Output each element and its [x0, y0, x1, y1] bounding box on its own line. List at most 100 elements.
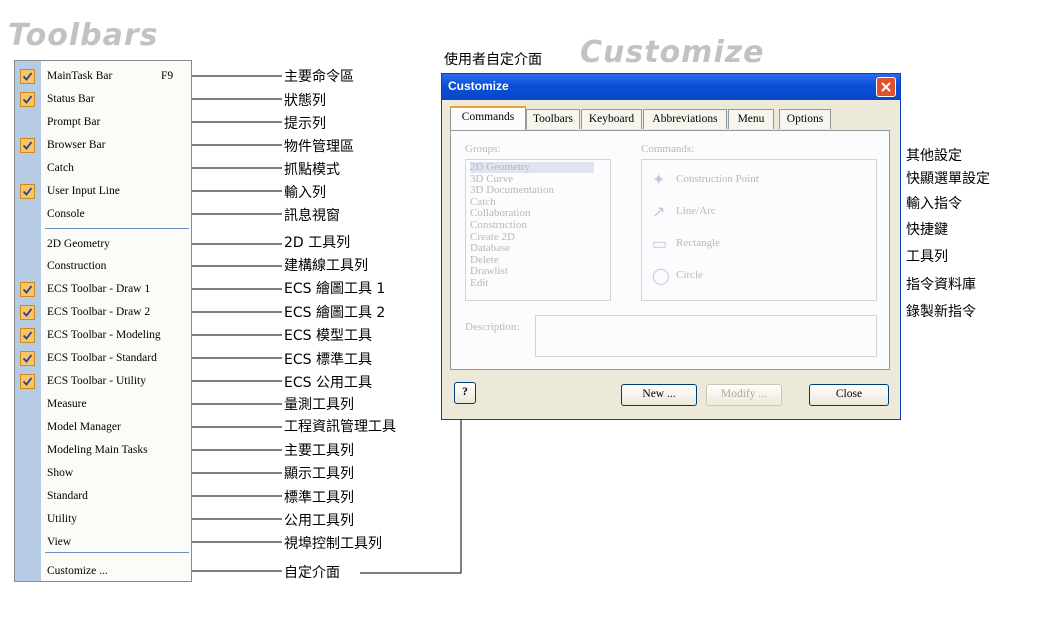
menu-item-utility[interactable]: Utility	[15, 509, 191, 531]
menu-item-ecs-toolbar-draw-1[interactable]: ECS Toolbar - Draw 1	[15, 279, 191, 301]
menu-item-status-bar[interactable]: Status Bar	[15, 89, 191, 111]
tab-options[interactable]: Options	[779, 109, 831, 129]
menu-item-ecs-toolbar-utility[interactable]: ECS Toolbar - Utility	[15, 371, 191, 393]
menu-item-label: MainTask Bar	[47, 70, 113, 82]
new-button[interactable]: New ...	[621, 384, 697, 406]
menu-item-console[interactable]: Console	[15, 204, 191, 226]
dialog-title-bar[interactable]: Customize	[442, 74, 900, 100]
callout-label: 公用工具列	[284, 513, 354, 529]
callout-label: ECS 標準工具	[284, 352, 372, 368]
command-item[interactable]: Construction Point	[676, 173, 759, 185]
dialog-title: Customize	[448, 79, 509, 93]
checkmark-icon	[20, 351, 35, 366]
checkmark-icon	[20, 282, 35, 297]
circle-icon: ◯	[652, 268, 670, 285]
menu-item-label: Standard	[47, 490, 88, 502]
menu-item-maintask-bar[interactable]: MainTask Bar F9	[15, 66, 191, 88]
callout-keyboard: 快捷鍵	[906, 222, 948, 238]
menu-item-label: Customize ...	[47, 565, 108, 577]
group-item[interactable]: Catch	[470, 196, 496, 208]
tab-commands[interactable]: Commands	[450, 106, 526, 131]
menu-item-view[interactable]: View	[15, 532, 191, 554]
group-item[interactable]: Collaboration	[470, 208, 531, 219]
command-item[interactable]: Rectangle	[676, 237, 720, 249]
menu-item-customize[interactable]: Customize ...	[15, 561, 191, 583]
tab-toolbars[interactable]: Toolbars	[526, 109, 580, 129]
menu-item-ecs-toolbar-standard[interactable]: ECS Toolbar - Standard	[15, 348, 191, 370]
groups-list[interactable]: 2D Geometry 3D Curve 3D Documentation Catch…	[465, 159, 611, 301]
callout-label: 2D 工具列	[284, 235, 351, 251]
menu-item-label: Construction	[47, 260, 107, 272]
menu-item-ecs-toolbar-modeling[interactable]: ECS Toolbar - Modeling	[15, 325, 191, 347]
menu-item-construction[interactable]: Construction	[15, 256, 191, 278]
menu-item-label: User Input Line	[47, 185, 120, 197]
toolbars-menu: MainTask Bar F9 Status Bar Prompt Bar Browse…	[14, 60, 192, 582]
group-item[interactable]: 2D Geometry	[470, 162, 594, 173]
menu-separator	[45, 228, 189, 229]
menu-item-label: Console	[47, 208, 85, 220]
checkmark-icon	[20, 328, 35, 343]
commands-label: Commands:	[641, 143, 695, 155]
groups-label: Groups:	[465, 143, 501, 155]
close-window-button[interactable]	[876, 77, 896, 97]
command-item[interactable]: Line/Arc	[676, 205, 716, 217]
menu-item-label: ECS Toolbar - Modeling	[47, 329, 161, 341]
rectangle-icon: ▭	[652, 236, 668, 253]
menu-item-user-input-line[interactable]: User Input Line	[15, 181, 191, 203]
menu-item-label: Catch	[47, 162, 74, 174]
callout-menu: 快顯選單設定	[906, 171, 990, 187]
menu-item-show[interactable]: Show	[15, 463, 191, 485]
checkmark-icon	[20, 374, 35, 389]
callout-label: 主要命令區	[284, 69, 354, 85]
menu-item-label: ECS Toolbar - Draw 1	[47, 283, 151, 295]
menu-item-standard[interactable]: Standard	[15, 486, 191, 508]
callout-commands: 指令資料庫	[906, 277, 976, 293]
group-item[interactable]: Construction	[470, 220, 527, 231]
menu-item-measure[interactable]: Measure	[15, 394, 191, 416]
help-button[interactable]: ?	[454, 382, 476, 404]
callout-options: 其他設定	[906, 148, 962, 164]
callout-label: 訊息視窗	[284, 208, 340, 224]
close-button[interactable]: Close	[809, 384, 889, 406]
menu-item-label: View	[47, 536, 72, 548]
callout-label: 狀態列	[284, 93, 326, 109]
menu-item-model-manager[interactable]: Model Manager	[15, 417, 191, 439]
callout-label: 抓點模式	[284, 162, 340, 178]
group-item[interactable]: Edit	[470, 278, 488, 289]
group-item[interactable]: 3D Curve	[470, 173, 513, 185]
menu-item-label: ECS Toolbar - Standard	[47, 352, 157, 364]
callout-label: 視埠控制工具列	[284, 536, 382, 552]
tab-menu[interactable]: Menu	[728, 109, 774, 129]
menu-item-label: Show	[47, 467, 74, 479]
callout-label: 標準工具列	[284, 490, 354, 506]
callout-label: 物件管理區	[284, 139, 354, 155]
tab-abbreviations[interactable]: Abbreviations	[643, 109, 727, 129]
callout-label: 顯示工具列	[284, 466, 354, 482]
callout-label: ECS 公用工具	[284, 375, 372, 391]
menu-item-label: Measure	[47, 398, 87, 410]
checkmark-icon	[20, 138, 35, 153]
menu-item-label: ECS Toolbar - Draw 2	[47, 306, 151, 318]
callout-new: 錄製新指令	[906, 304, 976, 320]
menu-item-prompt-bar[interactable]: Prompt Bar	[15, 112, 191, 134]
callout-label: 輸入列	[284, 185, 326, 201]
group-item[interactable]: Delete	[470, 254, 499, 266]
group-item[interactable]: Drawlist	[470, 266, 508, 277]
tab-keyboard[interactable]: Keyboard	[581, 109, 642, 129]
menu-item-modeling-main-tasks[interactable]: Modeling Main Tasks	[15, 440, 191, 462]
group-item[interactable]: Database	[470, 243, 510, 254]
callout-label: 建構線工具列	[284, 258, 368, 274]
commands-list[interactable]: ✦ Construction Point ↗ Line/Arc ▭ Rectangle ◯ C…	[641, 159, 877, 301]
menu-item-2d-geometry[interactable]: 2D Geometry	[15, 234, 191, 256]
callout-label: ECS 模型工具	[284, 328, 372, 344]
callout-label: 量測工具列	[284, 397, 354, 413]
menu-item-catch[interactable]: Catch	[15, 158, 191, 180]
modify-button[interactable]: Modify ...	[706, 384, 782, 406]
command-item[interactable]: Circle	[676, 269, 703, 281]
checkmark-icon	[20, 69, 35, 84]
menu-item-ecs-toolbar-draw-2[interactable]: ECS Toolbar - Draw 2	[15, 302, 191, 324]
menu-item-browser-bar[interactable]: Browser Bar	[15, 135, 191, 157]
group-item[interactable]: 3D Documentation	[470, 185, 554, 196]
menu-item-label: ECS Toolbar - Utility	[47, 375, 146, 387]
group-item[interactable]: Create 2D	[470, 231, 515, 243]
